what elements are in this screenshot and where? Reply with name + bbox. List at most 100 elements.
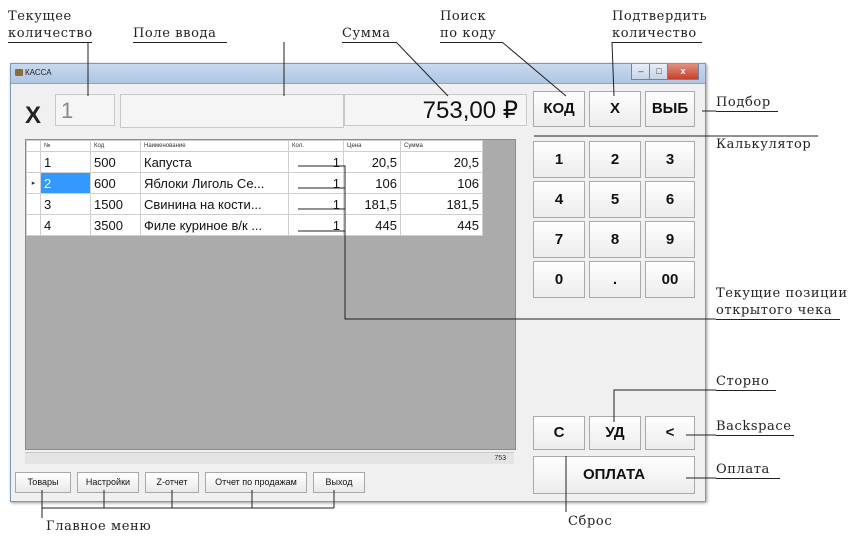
table-row[interactable]: 3 1500 Свинина на кости... 1 181,5 181,5: [26, 193, 483, 215]
receipt-total-strip: 753: [25, 452, 514, 464]
column-header-qty[interactable]: Кол.: [288, 140, 344, 152]
table-row[interactable]: 4 3500 Филе куриное в/к ... 1 445 445: [26, 214, 483, 236]
table-row[interactable]: 1 500 Капуста 1 20,5 20,5: [26, 151, 483, 173]
table-row-selected[interactable]: ▸ 2 600 Яблоки Лиголь Се... 1 106 106: [26, 172, 483, 194]
cell-number[interactable]: 2: [40, 172, 91, 194]
cell-name[interactable]: Капуста: [140, 151, 289, 173]
menu-sales-report-button[interactable]: Отчет по продажам: [205, 472, 307, 493]
callout-reset: Сброс: [568, 514, 613, 529]
callout-underline: [8, 42, 92, 43]
minimize-button[interactable]: –: [631, 64, 651, 80]
cell-name[interactable]: Яблоки Лиголь Се...: [140, 172, 289, 194]
column-header-sum[interactable]: Сумма: [400, 140, 483, 152]
column-header-price[interactable]: Цена: [343, 140, 401, 152]
window-title: КАССА: [25, 68, 52, 77]
cell-number[interactable]: 3: [40, 193, 91, 215]
callout-underline: [716, 478, 780, 479]
receipt-items-table: № Код Наименование Кол. Цена Сумма 1 500…: [26, 140, 483, 236]
receipt-items-grid: № Код Наименование Кол. Цена Сумма 1 500…: [25, 139, 516, 450]
callout-underline: [716, 111, 778, 112]
cell-code[interactable]: 3500: [90, 214, 141, 236]
current-quantity-field[interactable]: 1: [55, 94, 115, 126]
keypad-key-7[interactable]: 7: [533, 221, 585, 258]
sum-display: 753,00 ₽: [344, 94, 527, 126]
keypad-key-1[interactable]: 1: [533, 141, 585, 178]
menu-products-button[interactable]: Товары: [15, 472, 71, 493]
callout-sum: Сумма: [342, 26, 391, 41]
backspace-button[interactable]: <: [645, 416, 695, 450]
callout-input-field: Поле ввода: [133, 26, 217, 41]
search-by-code-button[interactable]: КОД: [533, 91, 585, 127]
menu-z-report-button[interactable]: Z-отчет: [145, 472, 199, 493]
cell-code[interactable]: 500: [90, 151, 141, 173]
row-header-cell[interactable]: [26, 151, 41, 173]
cell-number[interactable]: 4: [40, 214, 91, 236]
column-header-code[interactable]: Код: [90, 140, 141, 152]
cell-number[interactable]: 1: [40, 151, 91, 173]
callout-underline: [133, 42, 227, 43]
keypad-key-2[interactable]: 2: [589, 141, 641, 178]
selection-button[interactable]: ВЫБ: [645, 91, 695, 127]
keypad-key-8[interactable]: 8: [589, 221, 641, 258]
pos-window: КАССА – □ x X 1 753,00 ₽ КОД X ВЫБ 1 2 3…: [10, 63, 706, 502]
row-header-cell: [26, 140, 41, 152]
pay-button[interactable]: ОПЛАТА: [533, 456, 695, 494]
cell-sum[interactable]: 445: [400, 214, 483, 236]
callout-current-items: Текущие позиции открытого чека: [716, 286, 848, 318]
callout-selection: Подбор: [716, 95, 771, 110]
column-header-name[interactable]: Наименование: [140, 140, 289, 152]
maximize-button[interactable]: □: [649, 64, 669, 80]
cell-name[interactable]: Филе куриное в/к ...: [140, 214, 289, 236]
callout-backspace: Backspace: [716, 419, 792, 434]
confirm-quantity-button[interactable]: X: [589, 91, 641, 127]
column-header-number[interactable]: №: [40, 140, 91, 152]
cell-qty[interactable]: 1: [288, 193, 344, 215]
cell-qty[interactable]: 1: [288, 151, 344, 173]
callout-confirm-qty: Подтвердить количество: [612, 9, 708, 41]
keypad-key-4[interactable]: 4: [533, 181, 585, 218]
reset-button[interactable]: С: [533, 416, 585, 450]
menu-settings-button[interactable]: Настройки: [77, 472, 139, 493]
keypad-key-6[interactable]: 6: [645, 181, 695, 218]
cell-sum[interactable]: 106: [400, 172, 483, 194]
cell-price[interactable]: 181,5: [343, 193, 401, 215]
cell-price[interactable]: 106: [343, 172, 401, 194]
callout-main-menu: Главное меню: [46, 519, 152, 534]
current-row-marker-icon[interactable]: ▸: [26, 172, 41, 194]
close-button[interactable]: x: [667, 64, 699, 80]
callout-underline: [440, 42, 502, 43]
callout-underline: [716, 435, 794, 436]
quantity-multiplier-symbol: X: [25, 102, 42, 129]
callout-calculator: Калькулятор: [716, 137, 812, 152]
callout-search-by-code: Поиск по коду: [440, 9, 497, 41]
callout-underline: [716, 319, 840, 320]
callout-underline: [342, 42, 396, 43]
keypad-key-00[interactable]: 00: [645, 261, 695, 298]
row-header-cell[interactable]: [26, 193, 41, 215]
menu-exit-button[interactable]: Выход: [313, 472, 365, 493]
storno-button[interactable]: УД: [589, 416, 641, 450]
keypad-key-3[interactable]: 3: [645, 141, 695, 178]
keypad-key-dot[interactable]: .: [589, 261, 641, 298]
callout-underline: [716, 390, 776, 391]
cell-code[interactable]: 1500: [90, 193, 141, 215]
cell-sum[interactable]: 20,5: [400, 151, 483, 173]
title-bar[interactable]: КАССА – □ x: [11, 64, 705, 84]
table-header-row: № Код Наименование Кол. Цена Сумма: [26, 140, 483, 152]
row-header-cell[interactable]: [26, 214, 41, 236]
app-icon: [15, 69, 23, 76]
callout-underline: [612, 42, 702, 43]
input-field[interactable]: [120, 94, 344, 128]
keypad-key-0[interactable]: 0: [533, 261, 585, 298]
cell-name[interactable]: Свинина на кости...: [140, 193, 289, 215]
cell-price[interactable]: 20,5: [343, 151, 401, 173]
callout-payment: Оплата: [716, 462, 770, 477]
cell-sum[interactable]: 181,5: [400, 193, 483, 215]
cell-code[interactable]: 600: [90, 172, 141, 194]
keypad-key-9[interactable]: 9: [645, 221, 695, 258]
cell-qty[interactable]: 1: [288, 214, 344, 236]
cell-price[interactable]: 445: [343, 214, 401, 236]
keypad-key-5[interactable]: 5: [589, 181, 641, 218]
callout-current-qty: Текущее количество: [8, 9, 93, 41]
cell-qty[interactable]: 1: [288, 172, 344, 194]
